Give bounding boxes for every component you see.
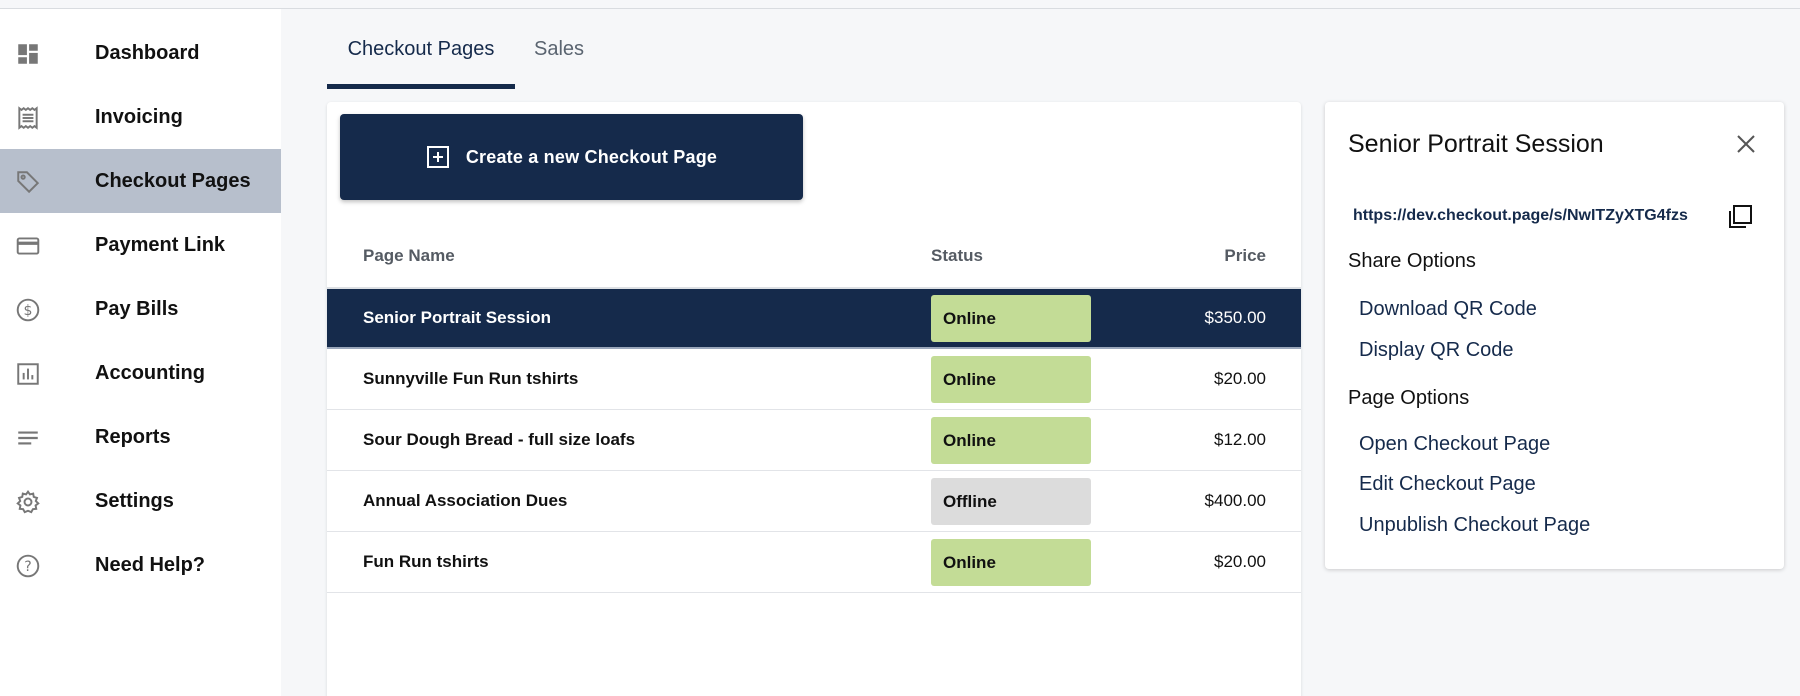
help-circle-icon: ? (15, 553, 41, 579)
page-options-heading: Page Options (1348, 387, 1470, 409)
page-name-cell: Senior Portrait Session (363, 308, 551, 327)
lines-icon (15, 425, 41, 451)
price-cell: $400.00 (1204, 491, 1266, 510)
share-options-heading: Share Options (1348, 250, 1476, 272)
table-row[interactable]: Sunnyville Fun Run tshirts Online $20.00 (327, 350, 1301, 410)
active-tab-indicator (327, 84, 515, 89)
svg-text:?: ? (24, 559, 31, 575)
receipt-icon (15, 105, 41, 131)
status-badge: Online (931, 417, 1091, 464)
status-badge: Offline (931, 478, 1091, 525)
table-row[interactable]: Annual Association Dues Offline $400.00 (327, 472, 1301, 532)
dollar-circle-icon: $ (15, 297, 41, 323)
dashboard-icon (15, 41, 41, 67)
page-name-cell: Annual Association Dues (363, 491, 568, 510)
status-badge: Online (931, 539, 1091, 586)
sidebar-item-pay-bills[interactable]: $ Pay Bills (0, 277, 281, 341)
sidebar-item-invoicing[interactable]: Invoicing (0, 85, 281, 149)
sidebar-item-accounting[interactable]: Accounting (0, 341, 281, 405)
edit-checkout-page-link[interactable]: Edit Checkout Page (1359, 473, 1536, 496)
bar-chart-icon (15, 361, 41, 387)
plus-square-icon (426, 146, 449, 168)
sidebar-item-checkout-pages[interactable]: Checkout Pages (0, 149, 281, 213)
display-qr-code-link[interactable]: Display QR Code (1359, 339, 1514, 362)
sidebar-item-label: Payment Link (95, 233, 226, 256)
price-cell: $20.00 (1214, 369, 1266, 388)
sidebar-item-need-help[interactable]: ? Need Help? (0, 533, 281, 597)
sidebar-item-label: Need Help? (95, 553, 206, 576)
close-icon[interactable] (1734, 132, 1758, 156)
open-checkout-page-link[interactable]: Open Checkout Page (1359, 433, 1550, 456)
sidebar-item-label: Reports (95, 425, 171, 448)
table-row[interactable]: Senior Portrait Session Online $350.00 (327, 289, 1301, 349)
table-row[interactable]: Fun Run tshirts Online $20.00 (327, 533, 1301, 593)
status-badge: Online (931, 295, 1091, 342)
price-cell: $12.00 (1214, 430, 1266, 449)
price-cell: $350.00 (1204, 308, 1266, 327)
page-name-cell: Sunnyville Fun Run tshirts (363, 369, 579, 388)
sidebar-item-label: Invoicing (95, 105, 183, 128)
download-qr-code-link[interactable]: Download QR Code (1359, 298, 1537, 321)
panel-title: Senior Portrait Session (1348, 130, 1604, 158)
unpublish-checkout-page-link[interactable]: Unpublish Checkout Page (1359, 514, 1590, 537)
copy-icon[interactable] (1726, 203, 1754, 231)
column-header-price[interactable]: Price (1140, 246, 1266, 266)
checkout-url-link[interactable]: https://dev.checkout.page/s/NwITZyXTG4fz… (1353, 207, 1688, 225)
sidebar-item-label: Accounting (95, 361, 205, 384)
sidebar-item-label: Settings (95, 489, 174, 512)
status-badge: Online (931, 356, 1091, 403)
tag-icon (15, 169, 41, 195)
sidebar-item-reports[interactable]: Reports (0, 405, 281, 469)
sidebar-item-dashboard[interactable]: Dashboard (0, 21, 281, 85)
tab-sales[interactable]: Sales (520, 38, 598, 61)
svg-text:$: $ (24, 303, 33, 319)
column-header-status[interactable]: Status (931, 246, 983, 266)
page-details-panel (1325, 102, 1784, 569)
tab-checkout-pages[interactable]: Checkout Pages (327, 38, 515, 61)
credit-card-icon (15, 233, 41, 259)
create-button-label: Create a new Checkout Page (465, 146, 718, 167)
sidebar-item-label: Checkout Pages (95, 169, 251, 192)
sidebar-item-settings[interactable]: Settings (0, 469, 281, 533)
sidebar-item-payment-link[interactable]: Payment Link (0, 213, 281, 277)
price-cell: $20.00 (1214, 552, 1266, 571)
sidebar-item-label: Pay Bills (95, 297, 179, 320)
create-checkout-page-button[interactable]: Create a new Checkout Page (340, 114, 803, 200)
table-row[interactable]: Sour Dough Bread - full size loafs Onlin… (327, 411, 1301, 471)
gear-icon (15, 489, 41, 515)
column-header-page-name[interactable]: Page Name (363, 246, 455, 266)
page-name-cell: Sour Dough Bread - full size loafs (363, 430, 636, 449)
sidebar: Dashboard Invoicing Checkout Pages Payme… (0, 9, 281, 696)
sidebar-item-label: Dashboard (95, 41, 200, 64)
page-name-cell: Fun Run tshirts (363, 552, 489, 571)
